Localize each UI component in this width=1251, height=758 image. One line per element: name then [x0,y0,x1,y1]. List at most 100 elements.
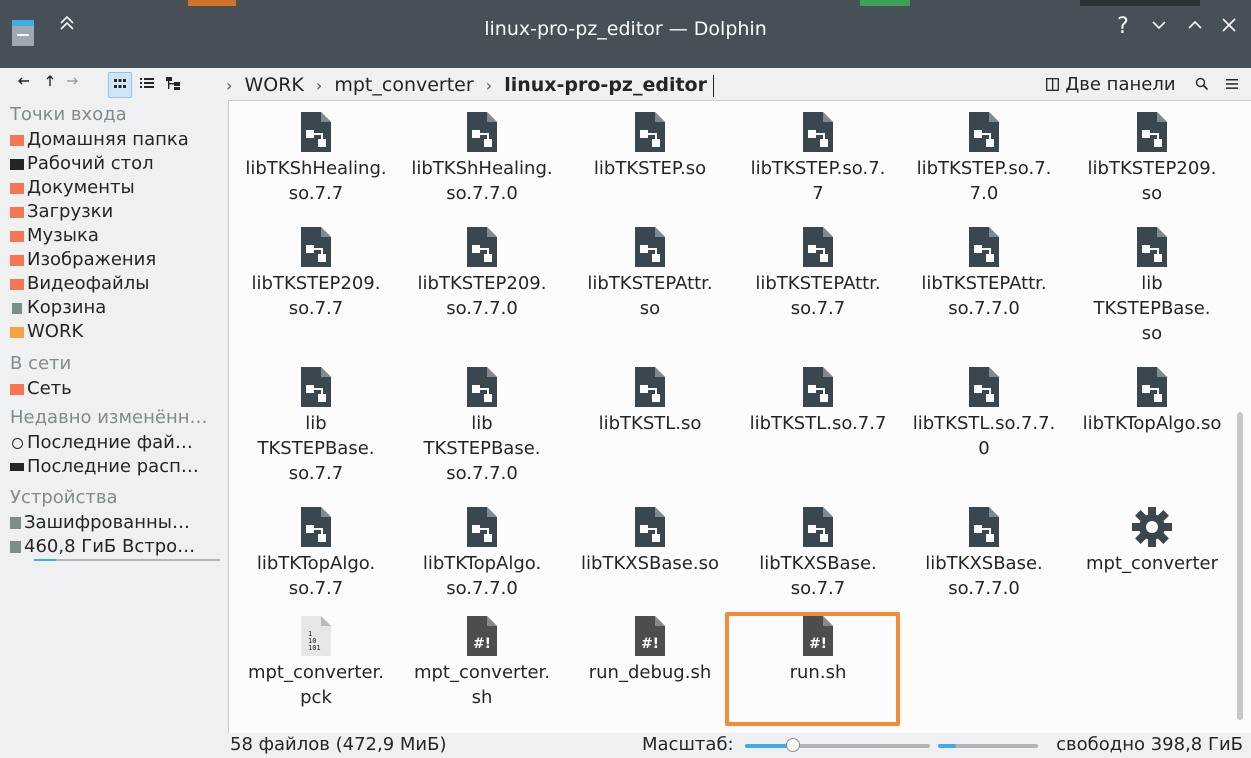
sidebar-item-work[interactable]: WORK [10,321,222,342]
documents-folder-icon [10,182,24,194]
sidebar-item-music[interactable]: Музыка [10,225,222,246]
file-item[interactable]: libTKSTL.so.7.7 [733,365,903,436]
sidebar-item-trash[interactable]: Корзина [10,297,222,318]
file-name: so.7.7 [288,463,344,484]
shared-library-file-icon [635,227,665,267]
sidebar-item-downloads[interactable]: Загрузки [10,201,222,222]
file-item[interactable]: libTKTopAlgo. so.7.7.0 [397,505,567,601]
sidebar-item-recent-locations[interactable]: Последние расп… [10,456,222,477]
file-item[interactable]: lib TKSTEPBase. so.7.7.0 [397,365,567,486]
file-name: lib [305,413,327,434]
tree-view-button[interactable] [162,72,184,96]
breadcrumb-separator-icon: › [226,76,233,95]
sidebar-item-documents[interactable]: Документы [10,177,222,198]
file-item[interactable]: libTKXSBase. so.7.7 [733,505,903,601]
sidebar-item-label: Корзина [27,297,107,318]
icons-view-button[interactable] [108,72,132,98]
chevron-up-icon [1188,20,1202,29]
file-name: libTKSTEP.so.7. [750,158,886,179]
breadcrumb-separator-icon: › [315,76,323,95]
shared-library-file-icon [301,367,331,407]
videos-folder-icon [10,278,24,290]
split-panels-icon [1046,78,1060,91]
up-button[interactable] [40,73,60,95]
vertical-scrollbar[interactable] [1237,412,1243,720]
shared-library-file-icon [467,507,497,547]
clock-icon [12,437,23,449]
minimize-button[interactable] [1144,14,1174,42]
file-name: so [1141,323,1163,344]
breadcrumb-item-current[interactable]: linux-pro-pz_editor [504,74,707,96]
breadcrumb-separator-icon: › [485,76,493,95]
shell-script-icon: #! [635,616,665,656]
file-item[interactable]: libTKTopAlgo.so [1067,365,1237,436]
maximize-button[interactable] [1180,14,1210,42]
file-name: run_debug.sh [588,662,712,683]
file-item[interactable]: libTKSTEP.so.7. 7 [733,110,903,206]
sidebar-section-network: В сети [10,353,72,374]
svg-text:#!: #! [641,636,659,652]
sidebar-item-home[interactable]: Домашняя папка [10,129,222,150]
sidebar-item-pictures[interactable]: Изображения [10,249,222,270]
sidebar-item-desktop[interactable]: Рабочий стол [10,153,222,174]
file-item[interactable]: libTKXSBase. so.7.7.0 [899,505,1069,601]
file-name: mpt_converter [1086,553,1218,574]
file-item[interactable]: libTKShHealing. so.7.7 [231,110,401,206]
list-view-icon [140,78,154,88]
downloads-folder-icon [10,206,24,218]
file-item[interactable]: libTKSTEPAttr. so.7.7 [733,225,903,321]
file-view[interactable]: libTKShHealing. so.7.7 libTKShHealing. so.7… [228,100,1251,733]
search-button[interactable] [1195,74,1215,95]
file-item[interactable]: libTKSTL.so [565,365,735,436]
file-item[interactable]: lib TKSTEPBase. so.7.7 [231,365,401,486]
file-name: libTKTopAlgo. [256,553,376,574]
sidebar-item-network[interactable]: Сеть [10,378,222,399]
music-folder-icon [10,230,24,242]
hard-drive-icon [10,541,21,553]
places-sidebar: Точки входа Домашняя папка Рабочий стол … [0,102,224,732]
back-button[interactable] [14,73,34,95]
file-name: 7.0 [969,183,999,204]
help-button[interactable]: ? [1108,14,1138,39]
file-item[interactable]: libTKSTEP209. so.7.7 [231,225,401,321]
split-view-button[interactable]: Две панели [1046,74,1181,95]
breadcrumb-item-work[interactable]: WORK [244,74,303,96]
file-item[interactable]: #! run_debug.sh [565,614,735,685]
file-item[interactable]: lib TKSTEPBase. so [1067,225,1237,346]
hamburger-menu-icon [1226,79,1238,89]
file-name: 0 [978,438,990,459]
sidebar-item-internal-drive[interactable]: 460,8 ГиБ Встро… [10,536,222,557]
file-name: libTKXSBase. [759,553,877,574]
forward-button[interactable] [62,73,82,95]
file-item[interactable]: libTKSTEP209. so.7.7.0 [397,225,567,321]
zoom-slider-handle[interactable] [786,738,800,752]
file-item[interactable]: 1 10 101 mpt_converter. pck [231,614,401,710]
shell-script-icon: #! [467,616,497,656]
file-item[interactable]: #! mpt_converter. sh [397,614,567,710]
file-item[interactable]: libTKShHealing. so.7.7.0 [397,110,567,206]
sidebar-item-videos[interactable]: Видеофайлы [10,273,222,294]
sidebar-item-encrypted[interactable]: Зашифрованны… [10,512,222,533]
arrow-up-icon [46,75,54,86]
file-item[interactable]: libTKSTEPAttr. so.7.7.0 [899,225,1069,321]
shared-library-file-icon [467,367,497,407]
zoom-slider-track[interactable] [745,744,930,748]
file-item[interactable]: libTKTopAlgo. so.7.7 [231,505,401,601]
file-item[interactable]: mpt_converter [1067,505,1237,576]
file-item[interactable]: libTKSTL.so.7.7. 0 [899,365,1069,461]
file-item[interactable]: libTKXSBase.so [565,505,735,576]
close-button[interactable] [1214,14,1244,42]
svg-text:101: 101 [308,644,321,652]
file-item[interactable]: libTKSTEPAttr. so [565,225,735,321]
file-item[interactable]: libTKSTEP209. so [1067,110,1237,206]
hamburger-menu-button[interactable] [1225,74,1239,95]
details-view-button[interactable] [136,72,158,96]
shared-library-file-icon [1137,227,1167,267]
file-item[interactable]: libTKSTEP.so [565,110,735,181]
breadcrumb-item-mpt-converter[interactable]: mpt_converter [334,74,473,96]
arrow-left-icon [18,77,29,85]
sidebar-section-places: Точки входа [10,104,127,125]
sidebar-item-recent-files[interactable]: Последние фай… [10,432,222,453]
file-item[interactable]: libTKSTEP.so.7. 7.0 [899,110,1069,206]
free-space-label: свободно 398,8 ГиБ [1056,734,1243,755]
